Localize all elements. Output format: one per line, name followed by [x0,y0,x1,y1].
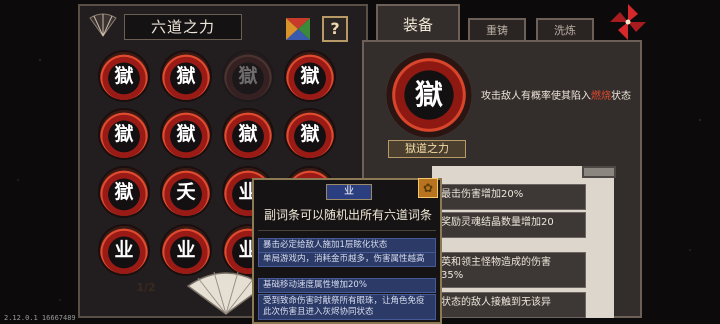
tooltip-affix-4: 受到致命伤害时献祭所有眼珠，让角色免疫此次伤害且进入灰烬协同状态 [258,294,436,320]
page-indicator: 1/2 [136,281,156,294]
rune-slot[interactable]: 獄 [286,110,334,158]
rune-slot[interactable]: 獄 [162,110,210,158]
gear-icon[interactable]: ✿ [418,178,438,198]
rune-slot[interactable]: 獄 [100,52,148,100]
help-button[interactable]: ? [322,16,348,42]
rune-slot[interactable]: 獄 [286,52,334,100]
tooltip-affix-1: 暴击必定给敌人施加1层眩化状态 [258,238,436,253]
rune-slot[interactable]: 夭 [162,168,210,216]
stat-line-4: 状态的敌人接触到无该异 [434,292,586,318]
rune-slot[interactable]: 獄 [162,52,210,100]
rune-slot[interactable]: 业 [162,226,210,274]
fan-decoration-icon [89,13,117,37]
panel-header: 六道之力 ? [80,6,366,42]
rune-slot[interactable]: 獄 [100,110,148,158]
emblem-effect-description: 攻击敌人有概率使其陷入燃烧状态 [478,90,634,104]
tab-reforge[interactable]: 重铸 [468,18,526,42]
tab-equip[interactable]: 装备 [376,4,460,42]
stat-line-3: 英和领主怪物造成的伤害 35% [434,252,586,288]
pinwheel-icon[interactable] [608,2,648,42]
rune-slot[interactable]: 獄 [224,52,272,100]
tooltip-rune-badge: 业 [326,184,372,200]
panel-title: 六道之力 [124,14,242,40]
rune-slot[interactable]: 獄 [224,110,272,158]
tooltip-affix-2: 单局游戏内，消耗金币越多，伤害属性越高 [258,252,436,267]
tooltip-divider [258,230,436,231]
effect-highlight: 燃烧 [591,91,611,102]
equipped-emblem[interactable]: 獄 [386,52,472,138]
version-label: 2.12.0.1 16667489 [4,314,76,322]
rune-slot[interactable]: 獄 [100,168,148,216]
emblem-name-plate: 獄道之力 [388,140,466,158]
tab-refine[interactable]: 洗炼 [536,18,594,42]
stat-line-2: 奖励灵魂结晶数量增加20 [434,212,586,238]
tooltip-title: 副词条可以随机出所有六道词条 [263,208,432,222]
tooltip-affix-3: 基础移动速度属性增加20% [258,278,436,293]
sort-triangle-icon[interactable] [284,16,312,42]
effect-suffix: 状态 [611,91,631,102]
rune-slot[interactable]: 业 [100,226,148,274]
stat-line-1: 最击伤害增加20% [434,184,586,210]
scroll-rod [582,166,616,178]
effect-prefix: 攻击敌人有概率使其陷入 [481,91,591,102]
